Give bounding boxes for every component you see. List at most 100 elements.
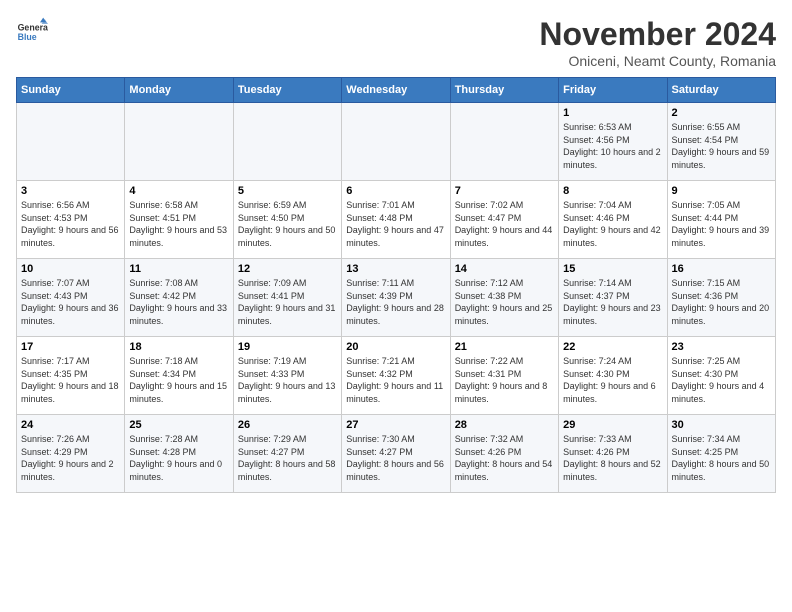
calendar-cell: 8 Sunrise: 7:04 AMSunset: 4:46 PMDaylight… xyxy=(559,181,667,259)
day-info: Sunrise: 6:53 AMSunset: 4:56 PMDaylight:… xyxy=(563,121,662,171)
day-number: 19 xyxy=(238,341,337,353)
header: General Blue November 2024 Oniceni, Neam… xyxy=(16,16,776,69)
day-number: 17 xyxy=(21,341,120,353)
calendar-cell: 28Sunrise: 7:32 AMSunset: 4:26 PMDayligh… xyxy=(450,415,558,493)
calendar-cell: 15 Sunrise: 7:14 AMSunset: 4:37 PMDayligh… xyxy=(559,259,667,337)
calendar-week-row: 17Sunrise: 7:17 AMSunset: 4:35 PMDayligh… xyxy=(17,337,776,415)
day-number: 27 xyxy=(346,419,445,431)
calendar-cell: 9 Sunrise: 7:05 AMSunset: 4:44 PMDaylight… xyxy=(667,181,775,259)
calendar-cell: 6 Sunrise: 7:01 AMSunset: 4:48 PMDaylight… xyxy=(342,181,450,259)
day-number: 30 xyxy=(672,419,771,431)
calendar-cell: 21 Sunrise: 7:22 AMSunset: 4:31 PMDayligh… xyxy=(450,337,558,415)
day-number: 6 xyxy=(346,185,445,197)
calendar-cell: 18 Sunrise: 7:18 AMSunset: 4:34 PMDayligh… xyxy=(125,337,233,415)
calendar-cell: 13Sunrise: 7:11 AMSunset: 4:39 PMDayligh… xyxy=(342,259,450,337)
day-info: Sunrise: 6:56 AMSunset: 4:53 PMDaylight:… xyxy=(21,199,120,249)
calendar-table: SundayMondayTuesdayWednesdayThursdayFrid… xyxy=(16,77,776,493)
day-number: 24 xyxy=(21,419,120,431)
day-info: Sunrise: 7:24 AMSunset: 4:30 PMDaylight:… xyxy=(563,355,662,405)
day-info: Sunrise: 6:58 AMSunset: 4:51 PMDaylight:… xyxy=(129,199,228,249)
day-info: Sunrise: 6:55 AMSunset: 4:54 PMDaylight:… xyxy=(672,121,771,171)
main-title: November 2024 xyxy=(539,16,776,53)
calendar-cell: 10 Sunrise: 7:07 AMSunset: 4:43 PMDayligh… xyxy=(17,259,125,337)
day-number: 16 xyxy=(672,263,771,275)
calendar-cell: 17Sunrise: 7:17 AMSunset: 4:35 PMDayligh… xyxy=(17,337,125,415)
calendar-cell: 22Sunrise: 7:24 AMSunset: 4:30 PMDayligh… xyxy=(559,337,667,415)
calendar-cell: 12 Sunrise: 7:09 AMSunset: 4:41 PMDayligh… xyxy=(233,259,341,337)
calendar-cell: 20Sunrise: 7:21 AMSunset: 4:32 PMDayligh… xyxy=(342,337,450,415)
day-number: 29 xyxy=(563,419,662,431)
calendar-cell: 4 Sunrise: 6:58 AMSunset: 4:51 PMDaylight… xyxy=(125,181,233,259)
day-info: Sunrise: 7:15 AMSunset: 4:36 PMDaylight:… xyxy=(672,277,771,327)
day-number: 2 xyxy=(672,107,771,119)
day-info: Sunrise: 7:01 AMSunset: 4:48 PMDaylight:… xyxy=(346,199,445,249)
calendar-cell: 2 Sunrise: 6:55 AMSunset: 4:54 PMDaylight… xyxy=(667,103,775,181)
logo: General Blue xyxy=(16,16,48,48)
calendar-cell: 19 Sunrise: 7:19 AMSunset: 4:33 PMDayligh… xyxy=(233,337,341,415)
day-number: 11 xyxy=(129,263,228,275)
day-info: Sunrise: 7:14 AMSunset: 4:37 PMDaylight:… xyxy=(563,277,662,327)
day-info: Sunrise: 7:04 AMSunset: 4:46 PMDaylight:… xyxy=(563,199,662,249)
day-number: 3 xyxy=(21,185,120,197)
day-number: 13 xyxy=(346,263,445,275)
day-number: 10 xyxy=(21,263,120,275)
weekday-header: Sunday xyxy=(17,78,125,103)
calendar-cell: 16 Sunrise: 7:15 AMSunset: 4:36 PMDayligh… xyxy=(667,259,775,337)
day-number: 21 xyxy=(455,341,554,353)
calendar-week-row: 10 Sunrise: 7:07 AMSunset: 4:43 PMDayligh… xyxy=(17,259,776,337)
calendar-cell xyxy=(450,103,558,181)
calendar-cell: 14Sunrise: 7:12 AMSunset: 4:38 PMDayligh… xyxy=(450,259,558,337)
day-info: Sunrise: 7:32 AMSunset: 4:26 PMDaylight:… xyxy=(455,433,554,483)
calendar-cell: 7Sunrise: 7:02 AMSunset: 4:47 PMDaylight… xyxy=(450,181,558,259)
day-info: Sunrise: 7:28 AMSunset: 4:28 PMDaylight:… xyxy=(129,433,228,483)
calendar-cell: 1 Sunrise: 6:53 AMSunset: 4:56 PMDaylight… xyxy=(559,103,667,181)
calendar-cell: 23Sunrise: 7:25 AMSunset: 4:30 PMDayligh… xyxy=(667,337,775,415)
day-info: Sunrise: 7:09 AMSunset: 4:41 PMDaylight:… xyxy=(238,277,337,327)
weekday-header: Saturday xyxy=(667,78,775,103)
title-block: November 2024 Oniceni, Neamt County, Rom… xyxy=(539,16,776,69)
calendar-week-row: 1 Sunrise: 6:53 AMSunset: 4:56 PMDaylight… xyxy=(17,103,776,181)
day-info: Sunrise: 7:08 AMSunset: 4:42 PMDaylight:… xyxy=(129,277,228,327)
calendar-cell xyxy=(233,103,341,181)
day-info: Sunrise: 7:07 AMSunset: 4:43 PMDaylight:… xyxy=(21,277,120,327)
calendar-cell: 26 Sunrise: 7:29 AMSunset: 4:27 PMDayligh… xyxy=(233,415,341,493)
day-number: 26 xyxy=(238,419,337,431)
weekday-header: Thursday xyxy=(450,78,558,103)
svg-text:Blue: Blue xyxy=(18,32,37,42)
day-number: 7 xyxy=(455,185,554,197)
day-number: 4 xyxy=(129,185,228,197)
day-number: 8 xyxy=(563,185,662,197)
calendar-cell: 27 Sunrise: 7:30 AMSunset: 4:27 PMDayligh… xyxy=(342,415,450,493)
day-info: Sunrise: 7:29 AMSunset: 4:27 PMDaylight:… xyxy=(238,433,337,483)
day-info: Sunrise: 7:26 AMSunset: 4:29 PMDaylight:… xyxy=(21,433,120,483)
day-number: 23 xyxy=(672,341,771,353)
weekday-header: Wednesday xyxy=(342,78,450,103)
day-info: Sunrise: 7:21 AMSunset: 4:32 PMDaylight:… xyxy=(346,355,445,405)
calendar-cell: 25 Sunrise: 7:28 AMSunset: 4:28 PMDayligh… xyxy=(125,415,233,493)
calendar-cell: 24 Sunrise: 7:26 AMSunset: 4:29 PMDayligh… xyxy=(17,415,125,493)
weekday-header: Monday xyxy=(125,78,233,103)
calendar-week-row: 3 Sunrise: 6:56 AMSunset: 4:53 PMDaylight… xyxy=(17,181,776,259)
day-number: 1 xyxy=(563,107,662,119)
calendar-cell xyxy=(125,103,233,181)
day-number: 9 xyxy=(672,185,771,197)
weekday-header: Friday xyxy=(559,78,667,103)
calendar-cell: 5Sunrise: 6:59 AMSunset: 4:50 PMDaylight… xyxy=(233,181,341,259)
logo-icon: General Blue xyxy=(16,16,48,48)
day-number: 12 xyxy=(238,263,337,275)
day-info: Sunrise: 7:30 AMSunset: 4:27 PMDaylight:… xyxy=(346,433,445,483)
day-number: 18 xyxy=(129,341,228,353)
day-number: 25 xyxy=(129,419,228,431)
day-info: Sunrise: 7:33 AMSunset: 4:26 PMDaylight:… xyxy=(563,433,662,483)
day-info: Sunrise: 7:22 AMSunset: 4:31 PMDaylight:… xyxy=(455,355,554,405)
day-info: Sunrise: 7:19 AMSunset: 4:33 PMDaylight:… xyxy=(238,355,337,405)
day-number: 14 xyxy=(455,263,554,275)
day-number: 15 xyxy=(563,263,662,275)
day-info: Sunrise: 7:34 AMSunset: 4:25 PMDaylight:… xyxy=(672,433,771,483)
calendar-cell: 11 Sunrise: 7:08 AMSunset: 4:42 PMDayligh… xyxy=(125,259,233,337)
day-info: Sunrise: 7:18 AMSunset: 4:34 PMDaylight:… xyxy=(129,355,228,405)
day-info: Sunrise: 7:05 AMSunset: 4:44 PMDaylight:… xyxy=(672,199,771,249)
calendar-cell: 30 Sunrise: 7:34 AMSunset: 4:25 PMDayligh… xyxy=(667,415,775,493)
calendar-week-row: 24 Sunrise: 7:26 AMSunset: 4:29 PMDayligh… xyxy=(17,415,776,493)
calendar-cell xyxy=(342,103,450,181)
